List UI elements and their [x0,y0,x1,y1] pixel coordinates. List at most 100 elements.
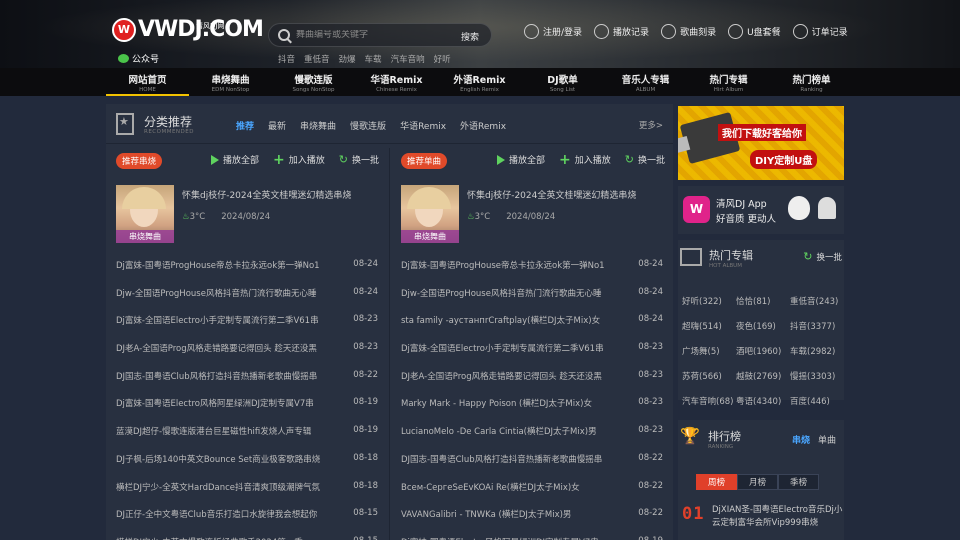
more-link[interactable]: 更多> [639,119,663,131]
tab-chinese-remix[interactable]: 华语Remix [400,119,446,132]
song-title[interactable]: Всем-СергеSeEvKOAi Re(横栏DJ太子Mix)女 [401,481,621,509]
song-title[interactable]: Dj富妹-国粤语ProgHouse帝总卡拉永远ok第一弹No1 [116,259,336,287]
album-tag[interactable]: 粤语(4340) [736,395,790,407]
song-title[interactable]: Dj富妹-国粤语Electro风格阿星绿洲DJ定制专属V7串 [401,536,621,540]
album-tag[interactable]: 抖音(3377) [790,320,844,332]
featured-item[interactable]: 串烧舞曲 怀集dj枝仔-2024全英文桂嘿迷幻精选串烧 ♨3°C 2024/08… [116,185,376,245]
featured-title[interactable]: 怀集dj枝仔-2024全英文桂嘿迷幻精选串烧 [182,188,351,201]
search-input[interactable] [296,30,446,40]
nav-hot-album[interactable]: 热门专辑 Hirt Album [687,68,770,96]
hotword[interactable]: 重低音 [304,53,330,65]
song-title[interactable]: DJ老A-全国语Prog风格走错路要记得回头 趁天还没黑 [116,342,336,370]
tab-monthly[interactable]: 月榜 [737,474,778,490]
song-row[interactable]: DJ正仔-全中文粤语Club音乐打造口水旋律我会想起你 08-15 [116,508,378,536]
login-link[interactable]: 注册/登录 [524,24,582,39]
song-title[interactable]: DJ正仔-全中文粤语Club音乐打造口水旋律我会想起你 [116,508,336,536]
album-tag[interactable]: 酒吧(1960) [736,345,790,357]
rank-song-title[interactable]: DjXIAN圣-国粤语Electro音乐Dj小云定制富华会所Vip999串烧 [712,504,844,530]
album-tag[interactable]: 汽车音响(68) [682,395,736,407]
song-title[interactable]: Dj富妹-国粤语Electro风格阿星绿洲DJ定制专属V7串 [116,397,336,425]
song-title[interactable]: Dj富妹-全国语Electro小手定制专属流行第二季V61串 [401,342,621,370]
site-logo[interactable]: W VWDJ.COM 清风DJ网 [112,17,264,42]
search-button[interactable]: 搜索 [461,30,479,43]
album-tag[interactable]: 苏荷(566) [682,370,736,382]
song-title[interactable]: DJ老A-全国语Prog风格走错路要记得回头 趁天还没黑 [401,370,621,398]
song-row[interactable]: Dj富妹-国粤语Electro风格阿星绿洲DJ定制专属V7串 08-19 [401,536,663,540]
hotword[interactable]: 车载 [365,53,382,65]
featured-item[interactable]: 串烧舞曲 怀集dj枝仔-2024全英文桂嘿迷幻精选串烧 ♨3°C 2024/08… [401,185,661,245]
hotword[interactable]: 好听 [434,53,451,65]
song-title[interactable]: DJ国志-国粤语Club风格打造抖音热播新老歌曲慢摇串 [116,370,336,398]
song-row[interactable]: 横栏DJ宁少-中英文慢歌连版经典歌手2024第一季 08-15 [116,536,378,540]
song-row[interactable]: Dj富妹-国粤语Electro风格阿星绿洲DJ定制专属V7串 08-19 [116,397,378,425]
song-row[interactable]: Marky Mark - Happy Poison (横栏DJ太子Mix)女 08… [401,397,663,425]
orders-link[interactable]: 订单记录 [792,24,848,39]
song-row[interactable]: LucianoMelo -De Carla Cintia(横栏DJ太子Mix)男… [401,425,663,453]
album-tag[interactable]: 好听(322) [682,295,736,307]
cover-thumbnail[interactable]: 串烧舞曲 [116,185,174,243]
hotword[interactable]: 劲爆 [339,53,356,65]
featured-title[interactable]: 怀集dj枝仔-2024全英文桂嘿迷幻精选串烧 [467,188,636,201]
nav-chinese-remix[interactable]: 华语Remix Chinese Remix [355,68,438,96]
song-title[interactable]: Marky Mark - Happy Poison (横栏DJ太子Mix)女 [401,397,621,425]
refresh-button[interactable]: ↻ 换一批 [339,153,379,166]
album-tag[interactable]: 重低音(243) [790,295,844,307]
refresh-button[interactable]: ↻ 换一批 [625,153,665,166]
tab-single[interactable]: 单曲 [818,433,836,446]
song-row[interactable]: Djw-全国语ProgHouse风格抖音热门流行歌曲无心睡 08-24 [116,287,378,315]
song-row[interactable]: Dj富妹-全国语Electro小手定制专属流行第二季V61串 08-23 [116,314,378,342]
song-row[interactable]: DJ老A-全国语Prog风格走错路要记得回头 趁天还没黑 08-23 [116,342,378,370]
usb-package-link[interactable]: U盘套餐 [728,24,781,39]
song-row[interactable]: DJ老A-全国语Prog风格走错路要记得回头 趁天还没黑 08-23 [401,370,663,398]
album-tag[interactable]: 超嗨(514) [682,320,736,332]
hotword[interactable]: 抖音 [278,53,295,65]
tab-latest[interactable]: 最新 [268,119,286,132]
album-tag[interactable]: 车载(2982) [790,345,844,357]
play-history-link[interactable]: 播放记录 [594,24,649,39]
nav-album[interactable]: 音乐人专辑 ALBUM [604,68,687,96]
tab-quarterly[interactable]: 季榜 [778,474,819,490]
tab-mix[interactable]: 串烧 [792,433,810,446]
song-row[interactable]: VAVANGalibri - TNWKa (横栏DJ太子Mix)男 08-22 [401,508,663,536]
nav-song-list[interactable]: DJ歌单 Song List [521,68,604,96]
app-download[interactable]: W 清风DJ App 好音质 更动人 [678,186,844,234]
nav-home[interactable]: 网站首页 HOME [106,68,189,96]
song-row[interactable]: 蓝漠DJ超仔-慢歌连版港台巨星磁性hifi发烧人声专辑 08-19 [116,425,378,453]
add-to-playlist-button[interactable]: + 加入播放 [273,153,325,167]
usb-promo-banner[interactable]: 我们下载好客给你 DIY定制U盘 [678,106,844,180]
tab-english-remix[interactable]: 外语Remix [460,119,506,132]
album-tag[interactable]: 夜色(169) [736,320,790,332]
nav-edm[interactable]: 串烧舞曲 EDM NonStop [189,68,272,96]
tab-recommend[interactable]: 推荐 [236,119,254,132]
album-tag[interactable]: 广场舞(5) [682,345,736,357]
hotword[interactable]: 汽车音响 [391,53,425,65]
song-title[interactable]: DJ国志-国粤语Club风格打造抖音热播新老歌曲慢摇串 [401,453,621,481]
song-title[interactable]: 横栏DJ宁少-中英文慢歌连版经典歌手2024第一季 [116,536,336,540]
song-title[interactable]: 蓝漠DJ超仔-慢歌连版港台巨星磁性hifi发烧人声专辑 [116,425,336,453]
tab-weekly[interactable]: 周榜 [696,474,737,490]
song-title[interactable]: Dj富妹-国粤语ProgHouse帝总卡拉永远ok第一弹No1 [401,259,621,287]
nav-ranking[interactable]: 热门榜单 Ranking [770,68,853,96]
song-title[interactable]: LucianoMelo -De Carla Cintia(横栏DJ太子Mix)男 [401,425,621,453]
song-row[interactable]: Djw-全国语ProgHouse风格抖音热门流行歌曲无心睡 08-24 [401,287,663,315]
hot-album-refresh-button[interactable]: ↻ 换一批 [803,250,842,263]
android-icon[interactable] [818,197,836,219]
song-row[interactable]: 横栏DJ宁少-全英文HardDance抖音清爽顶级潮牌气氛 08-18 [116,481,378,509]
play-all-button[interactable]: 播放全部 [497,153,545,166]
nav-english-remix[interactable]: 外语Remix English Remix [438,68,521,96]
song-row[interactable]: DJ国志-国粤语Club风格打造抖音热播新老歌曲慢摇串 08-22 [116,370,378,398]
song-row[interactable]: Dj富妹-国粤语ProgHouse帝总卡拉永远ok第一弹No1 08-24 [401,259,663,287]
nav-slow[interactable]: 慢歌连版 Songs NonStop [272,68,355,96]
play-all-button[interactable]: 播放全部 [211,153,259,166]
song-row[interactable]: Dj富妹-国粤语ProgHouse帝总卡拉永远ok第一弹No1 08-24 [116,259,378,287]
song-title[interactable]: 横栏DJ宁少-全英文HardDance抖音清爽顶级潮牌气氛 [116,481,336,509]
song-row[interactable]: sta family -аустанпrCraftplay(横栏DJ太子Mix)… [401,314,663,342]
cover-thumbnail[interactable]: 串烧舞曲 [401,185,459,243]
song-row[interactable]: DJ子枫-后场140中英文Bounce Set商业极客歌路串烧 08-18 [116,453,378,481]
song-title[interactable]: VAVANGalibri - TNWKa (横栏DJ太子Mix)男 [401,508,621,536]
album-tag[interactable]: 慢摇(3303) [790,370,844,382]
song-row[interactable]: DJ国志-国粤语Club风格打造抖音热播新老歌曲慢摇串 08-22 [401,453,663,481]
tab-slow[interactable]: 慢歌连版 [350,119,386,132]
burn-link[interactable]: 歌曲刻录 [661,24,716,39]
song-row[interactable]: Всем-СергеSeEvKOAi Re(横栏DJ太子Mix)女 08-22 [401,481,663,509]
